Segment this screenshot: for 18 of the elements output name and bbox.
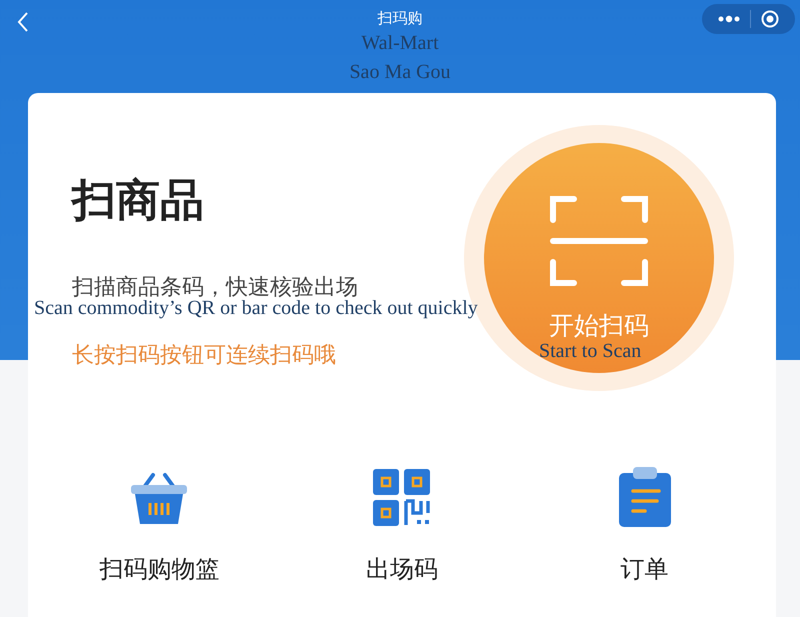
scan-icon (549, 195, 649, 287)
more-icon (718, 15, 740, 23)
qr-code-icon (372, 469, 431, 527)
basket-icon (130, 471, 188, 527)
shortcut-item[interactable]: 扫码购物篮 (38, 453, 281, 593)
back-icon (16, 11, 30, 33)
translation-caption: Start to Scan (539, 340, 642, 363)
translation-caption: Scan commodity’s QR or bar code to check out quickly (34, 297, 478, 320)
subtitle: 扫描商品条码，快速核验出场 (72, 274, 358, 300)
shortcut-item[interactable]: 出场码 (280, 453, 524, 593)
translation-caption: Wal-Mart (361, 32, 439, 55)
translation-caption: Sao Ma Gou (349, 61, 451, 84)
hint-text: 长按扫码按钮可连续扫码哦 (72, 342, 337, 370)
target-icon (761, 10, 779, 28)
shortcut-item[interactable]: 订单 (523, 453, 766, 593)
clipboard-icon (618, 465, 671, 527)
section-title: 扫商品 (72, 174, 205, 228)
page-title: 扫玛购 (378, 9, 422, 28)
